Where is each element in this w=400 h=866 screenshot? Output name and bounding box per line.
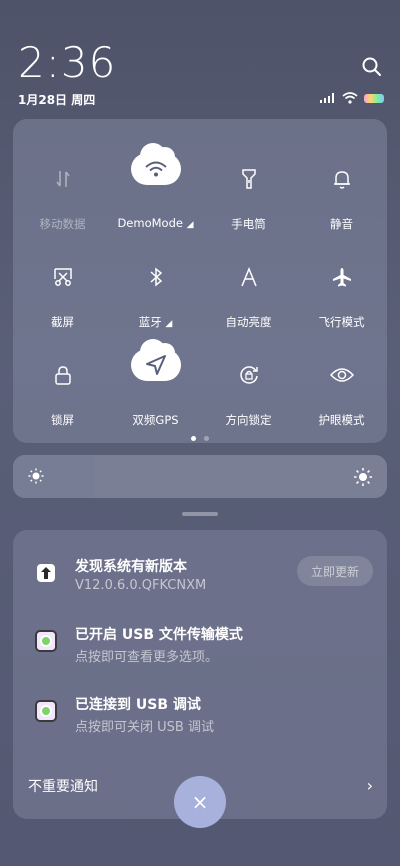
- usb-debug-icon: [35, 700, 57, 722]
- brightness-fill: [13, 455, 96, 498]
- close-button[interactable]: ×: [174, 776, 226, 828]
- lock-icon: [54, 366, 71, 385]
- tile-label: 飞行模式: [318, 315, 365, 329]
- bell-icon: [333, 171, 350, 189]
- tile-screenshot[interactable]: 截屏: [16, 234, 109, 329]
- notification-subtitle: V12.0.6.0.QFKCNXM: [75, 578, 207, 593]
- tile-label: 自动亮度: [225, 315, 272, 329]
- signal-icon: [320, 93, 334, 103]
- tile-bluetooth[interactable]: 蓝牙 ◢: [109, 234, 202, 329]
- system-icons: [320, 92, 384, 104]
- page-indicator: [13, 436, 387, 441]
- screenshot-icon: [53, 268, 72, 286]
- wifi-icon: [144, 161, 167, 177]
- battery-icon: [364, 93, 384, 103]
- quick-settings-panel: 移动数据 DemoMode ◢ 手电筒 静音 截屏 蓝牙 ◢ 自动亮度 飞行模式…: [13, 119, 387, 443]
- tile-wifi[interactable]: DemoMode ◢: [109, 136, 202, 230]
- search-icon[interactable]: [361, 56, 383, 78]
- brightness-low-icon: [28, 468, 44, 484]
- bluetooth-icon: [149, 267, 162, 287]
- tile-lock-screen[interactable]: 锁屏: [16, 332, 109, 427]
- auto-brightness-icon: [240, 267, 257, 287]
- tile-label: 手电筒: [231, 217, 266, 231]
- drag-handle[interactable]: [182, 512, 218, 516]
- notification-subtitle: 点按即可关闭 USB 调试: [75, 720, 214, 735]
- wifi-status-icon: [342, 92, 358, 104]
- notification-title: 发现系统有新版本: [75, 559, 187, 575]
- tile-label: 方向锁定: [225, 413, 272, 427]
- page-dot-inactive: [204, 436, 209, 441]
- chevron-right-icon[interactable]: ›: [367, 776, 373, 795]
- tile-label: 护眼模式: [318, 413, 365, 427]
- menu-triangle-icon: ◢: [186, 220, 194, 230]
- notification-system-update[interactable]: 发现系统有新版本 V12.0.6.0.QFKCNXM 立即更新: [13, 556, 387, 616]
- system-update-icon: [37, 564, 55, 582]
- notification-title: 已开启 USB 文件传输模式: [75, 627, 243, 643]
- brightness-high-icon: [354, 468, 372, 486]
- tile-label: 静音: [330, 217, 353, 231]
- notification-usb-transfer[interactable]: 已开启 USB 文件传输模式 点按即可查看更多选项。: [13, 624, 387, 684]
- airplane-icon: [332, 268, 351, 287]
- tile-label: 蓝牙 ◢: [138, 315, 173, 329]
- tile-rotation-lock[interactable]: 方向锁定: [202, 332, 295, 427]
- page-dot-active: [191, 436, 196, 441]
- brightness-slider[interactable]: [13, 455, 387, 498]
- rotation-lock-icon: [239, 366, 258, 384]
- tile-label: 截屏: [51, 315, 74, 329]
- tile-label: 双频GPS: [132, 413, 179, 427]
- menu-triangle-icon: ◢: [165, 319, 173, 329]
- notification-subtitle: 点按即可查看更多选项。: [75, 650, 219, 665]
- tile-airplane[interactable]: 飞行模式: [295, 234, 388, 329]
- mobile-data-icon: [55, 171, 70, 187]
- tile-auto-brightness[interactable]: 自动亮度: [202, 234, 295, 329]
- usb-icon: [35, 630, 57, 652]
- status-date: 1月28日 周四: [18, 93, 96, 107]
- eye-icon: [329, 368, 354, 382]
- gps-icon: [145, 355, 166, 375]
- tile-mobile-data[interactable]: 移动数据: [16, 136, 109, 231]
- status-time: 2:36: [18, 38, 117, 87]
- tile-label: DemoMode ◢: [117, 216, 194, 230]
- tile-gps[interactable]: 双频GPS: [109, 332, 202, 427]
- tile-label: 锁屏: [51, 413, 74, 427]
- flashlight-icon: [241, 169, 256, 189]
- notification-title: 已连接到 USB 调试: [75, 697, 201, 713]
- tile-flashlight[interactable]: 手电筒: [202, 136, 295, 231]
- update-now-button[interactable]: 立即更新: [297, 556, 373, 586]
- tile-silent[interactable]: 静音: [295, 136, 388, 231]
- notification-usb-debug[interactable]: 已连接到 USB 调试 点按即可关闭 USB 调试: [13, 694, 387, 754]
- tile-label: 移动数据: [39, 217, 86, 231]
- unimportant-notifications-link[interactable]: 不重要通知: [28, 776, 98, 796]
- tile-eye-care[interactable]: 护眼模式: [295, 332, 388, 427]
